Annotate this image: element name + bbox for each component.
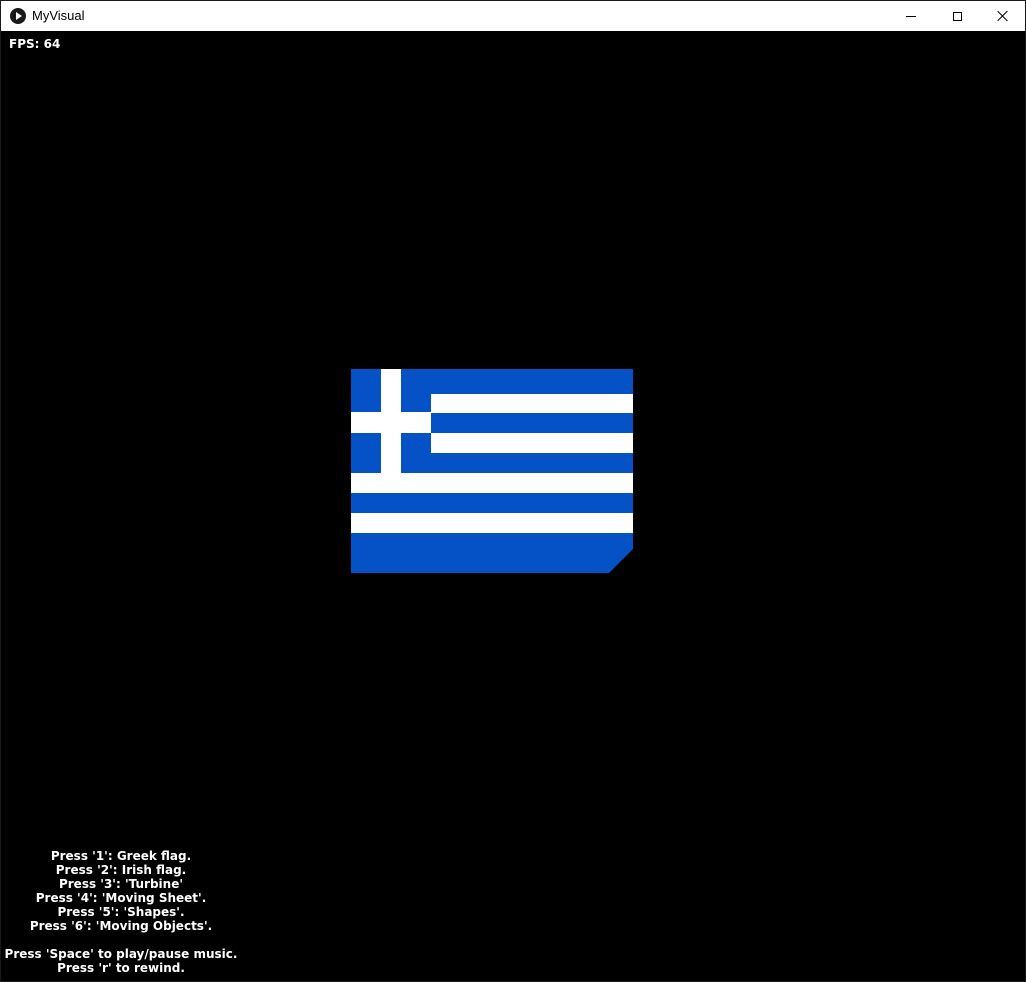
minimize-button[interactable]	[888, 1, 934, 31]
flag-stripe	[351, 473, 633, 493]
title-bar[interactable]: MyVisual	[1, 1, 1025, 31]
greek-flag	[351, 369, 633, 573]
play-circle-icon	[10, 8, 26, 24]
help-text: Press '1': Greek flag. Press '2': Irish …	[1, 849, 241, 975]
help-line-rewind: Press 'r' to rewind.	[57, 961, 185, 975]
app-window: MyVisual FPS: 64 Press '1': Greek flag. …	[0, 0, 1026, 982]
sketch-canvas[interactable]: FPS: 64 Press '1': Greek flag. Press '2'…	[1, 31, 1025, 981]
help-line-key-6: Press '6': 'Moving Objects'.	[29, 919, 213, 933]
fps-counter: FPS: 64	[9, 37, 61, 51]
help-line-key-3: Press '3': 'Turbine'	[58, 877, 184, 891]
close-button[interactable]	[980, 1, 1026, 31]
flag-stripe	[351, 513, 633, 533]
help-line-key-4: Press '4': 'Moving Sheet'.	[35, 891, 207, 905]
flag-stripe	[431, 433, 633, 453]
flag-stripe	[431, 394, 633, 413]
maximize-button[interactable]	[934, 1, 980, 31]
maximize-icon	[952, 11, 962, 21]
help-line-key-1: Press '1': Greek flag.	[50, 849, 192, 863]
help-line-key-5: Press '5': 'Shapes'.	[57, 905, 185, 919]
help-spacer	[1, 933, 241, 947]
help-line-music: Press 'Space' to play/pause music.	[4, 947, 238, 961]
close-icon	[997, 10, 1009, 22]
flag-cross-horizontal	[351, 412, 431, 433]
help-line-key-2: Press '2': Irish flag.	[55, 863, 187, 877]
minimize-icon	[906, 15, 916, 17]
window-title: MyVisual	[32, 8, 85, 23]
